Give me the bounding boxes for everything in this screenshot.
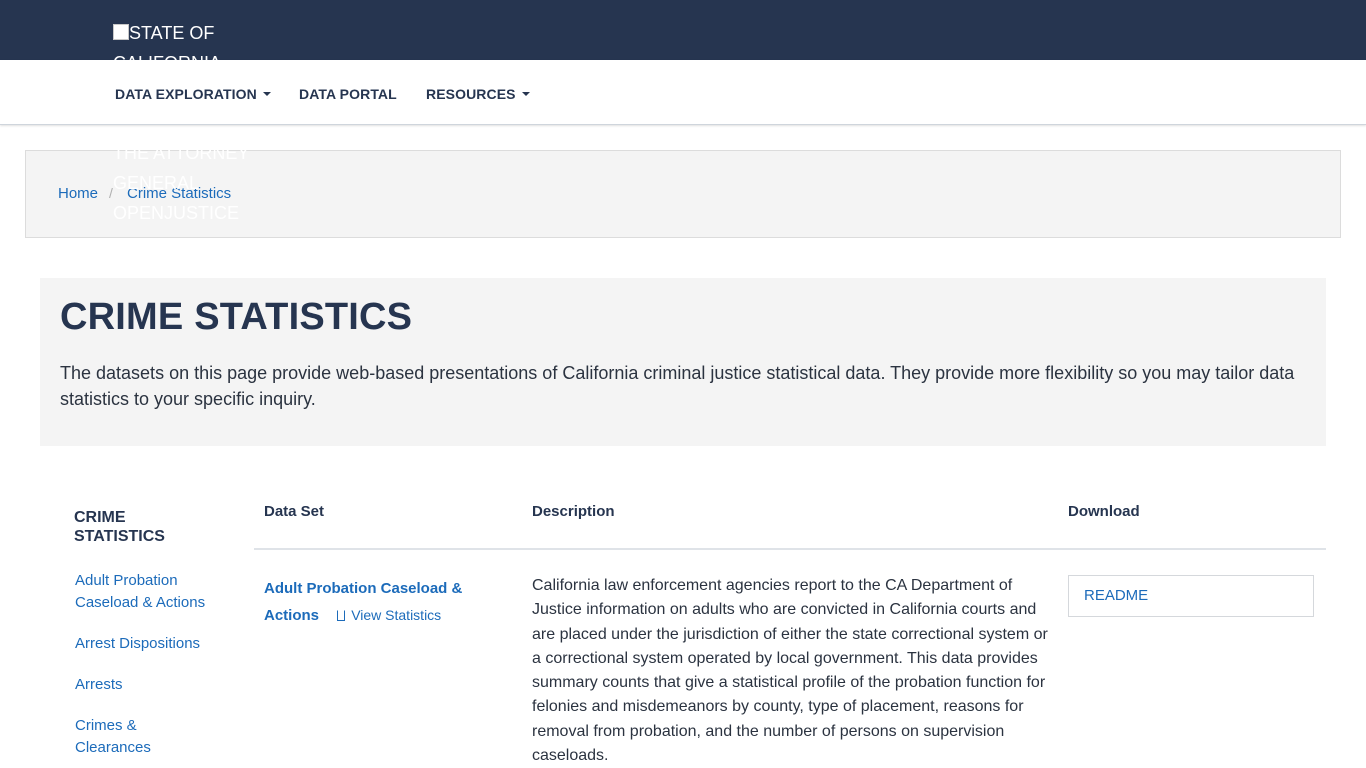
sidebar-link-crimes-clearances[interactable]: Crimes & Clearances (75, 715, 185, 759)
logo-alt-overflow-line-1: THE ATTORNEY (113, 143, 250, 163)
logo-alt-overflow-line-3: OPENJUSTICE (113, 203, 240, 223)
table-header-divider (254, 548, 1326, 550)
nav-resources[interactable]: RESOURCES (426, 86, 530, 102)
caret-down-icon (521, 92, 530, 96)
nav-resources-label: RESOURCES (426, 86, 516, 102)
view-statistics-link[interactable]: View Statistics (337, 607, 441, 623)
nav-data-portal[interactable]: DATA PORTAL (299, 86, 397, 102)
table-row: Adult Probation Caseload & Actions View … (264, 575, 504, 629)
sidebar-link-arrests[interactable]: Arrests (75, 674, 225, 696)
column-header-description: Description (532, 503, 615, 520)
hero-panel: CRIME STATISTICS The datasets on this pa… (40, 278, 1326, 446)
dataset-description: California law enforcement agencies repo… (532, 577, 1048, 765)
chart-icon (337, 610, 346, 621)
page-title: CRIME STATISTICS (60, 296, 413, 338)
sidebar-link-adult-probation[interactable]: Adult Probation Caseload & Actions (75, 570, 225, 614)
page-description: The datasets on this page provide web-ba… (60, 363, 1295, 409)
column-header-data-set: Data Set (264, 503, 325, 520)
column-header-download: Download (1068, 503, 1140, 520)
sidebar-title: CRIME STATISTICS (74, 509, 165, 545)
nav-data-portal-label: DATA PORTAL (299, 86, 397, 102)
logo-alt-overflow: THE ATTORNEY GENERAL OPENJUSTICE (113, 138, 263, 228)
readme-download-button[interactable]: README (1068, 575, 1314, 617)
caret-down-icon (262, 92, 271, 96)
sidebar-link-arrest-dispositions[interactable]: Arrest Dispositions (75, 633, 225, 655)
logo-alt-overflow-line-2: GENERAL (113, 173, 200, 193)
broken-image-icon (113, 24, 129, 40)
breadcrumb-home[interactable]: Home (58, 185, 98, 202)
logo-alt-line-2: CALIFORNIA (113, 53, 222, 73)
logo-alt-line-1: STATE OF (129, 23, 215, 43)
view-statistics-label: View Statistics (351, 607, 442, 623)
